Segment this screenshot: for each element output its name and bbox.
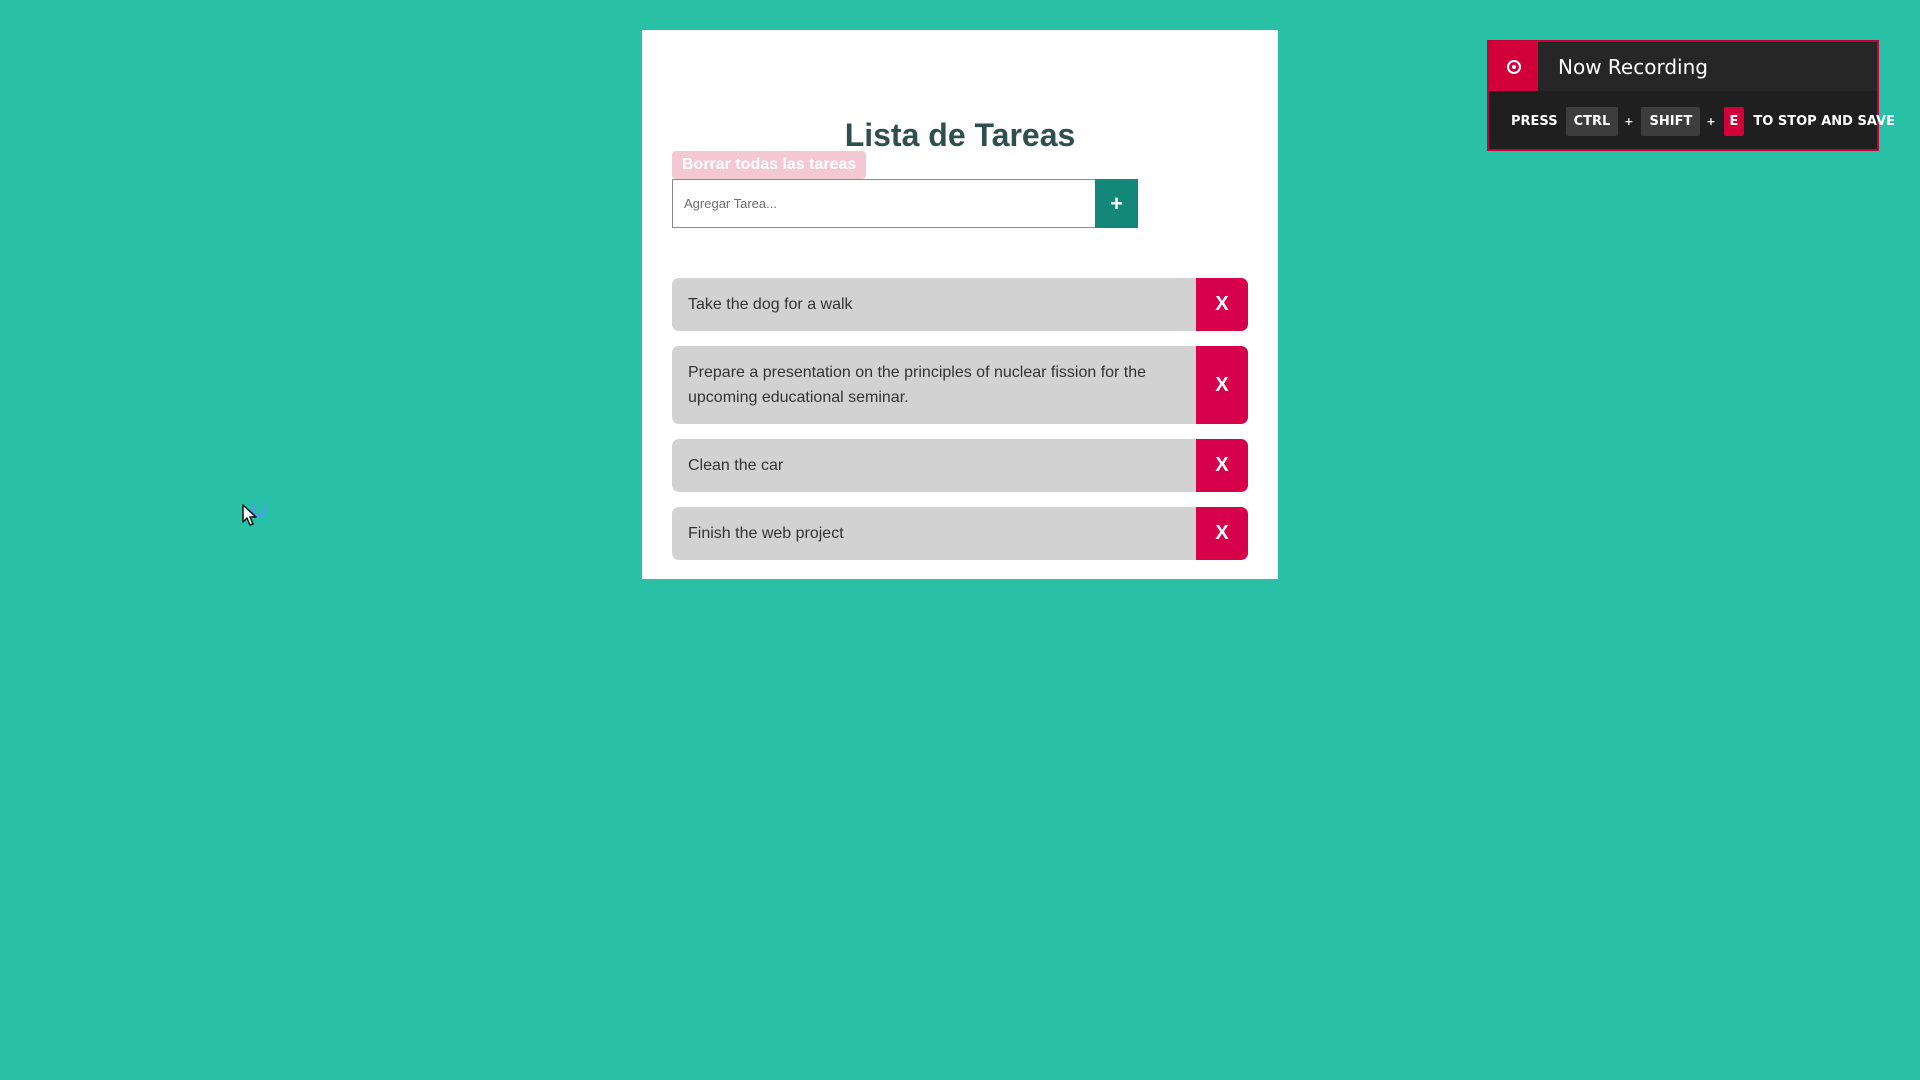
- add-task-row: +: [672, 179, 1138, 228]
- task-item: Finish the web project X: [672, 507, 1248, 560]
- recording-overlay: Now Recording PRESS CTRL + SHIFT + E TO …: [1487, 40, 1895, 151]
- task-item: Prepare a presentation on the principles…: [672, 346, 1248, 424]
- todo-app-card: Lista de Tareas Borrar todas las tareas …: [642, 30, 1278, 579]
- mouse-cursor: [242, 500, 272, 530]
- add-task-input[interactable]: [672, 179, 1095, 228]
- task-item: Clean the car X: [672, 439, 1248, 492]
- record-icon: [1506, 59, 1521, 74]
- task-text: Take the dog for a walk: [688, 296, 853, 313]
- recording-header: Now Recording: [1489, 42, 1877, 91]
- stop-and-save-label: TO STOP AND SAVE: [1753, 113, 1895, 129]
- task-list: Take the dog for a walk X Prepare a pres…: [672, 278, 1248, 575]
- e-key-chip: E: [1723, 106, 1745, 136]
- recording-title: Now Recording: [1558, 54, 1708, 79]
- shortcut-plus-symbol: +: [1706, 114, 1716, 128]
- press-label: PRESS: [1511, 113, 1558, 129]
- record-button-badge: [1489, 42, 1538, 91]
- clear-all-tasks-button[interactable]: Borrar todas las tareas: [672, 151, 867, 179]
- delete-task-button[interactable]: X: [1196, 439, 1248, 492]
- task-text: Finish the web project: [688, 525, 844, 542]
- delete-task-button[interactable]: X: [1196, 346, 1248, 424]
- delete-task-button[interactable]: X: [1196, 278, 1248, 331]
- task-item: Take the dog for a walk X: [672, 278, 1248, 331]
- page-title: Lista de Tareas: [844, 117, 1076, 153]
- task-text: Clean the car: [688, 457, 784, 474]
- delete-task-button[interactable]: X: [1196, 507, 1248, 560]
- stop-save-shortcut: PRESS CTRL + SHIFT + E TO STOP AND SAVE: [1489, 91, 1895, 151]
- mouse-pointer-icon: [242, 504, 257, 526]
- shift-key-chip: SHIFT: [1641, 106, 1701, 136]
- add-task-button[interactable]: +: [1095, 179, 1138, 228]
- ctrl-key-chip: CTRL: [1565, 106, 1619, 136]
- shortcut-plus-symbol: +: [1624, 114, 1634, 128]
- task-text: Prepare a presentation on the principles…: [688, 364, 1147, 406]
